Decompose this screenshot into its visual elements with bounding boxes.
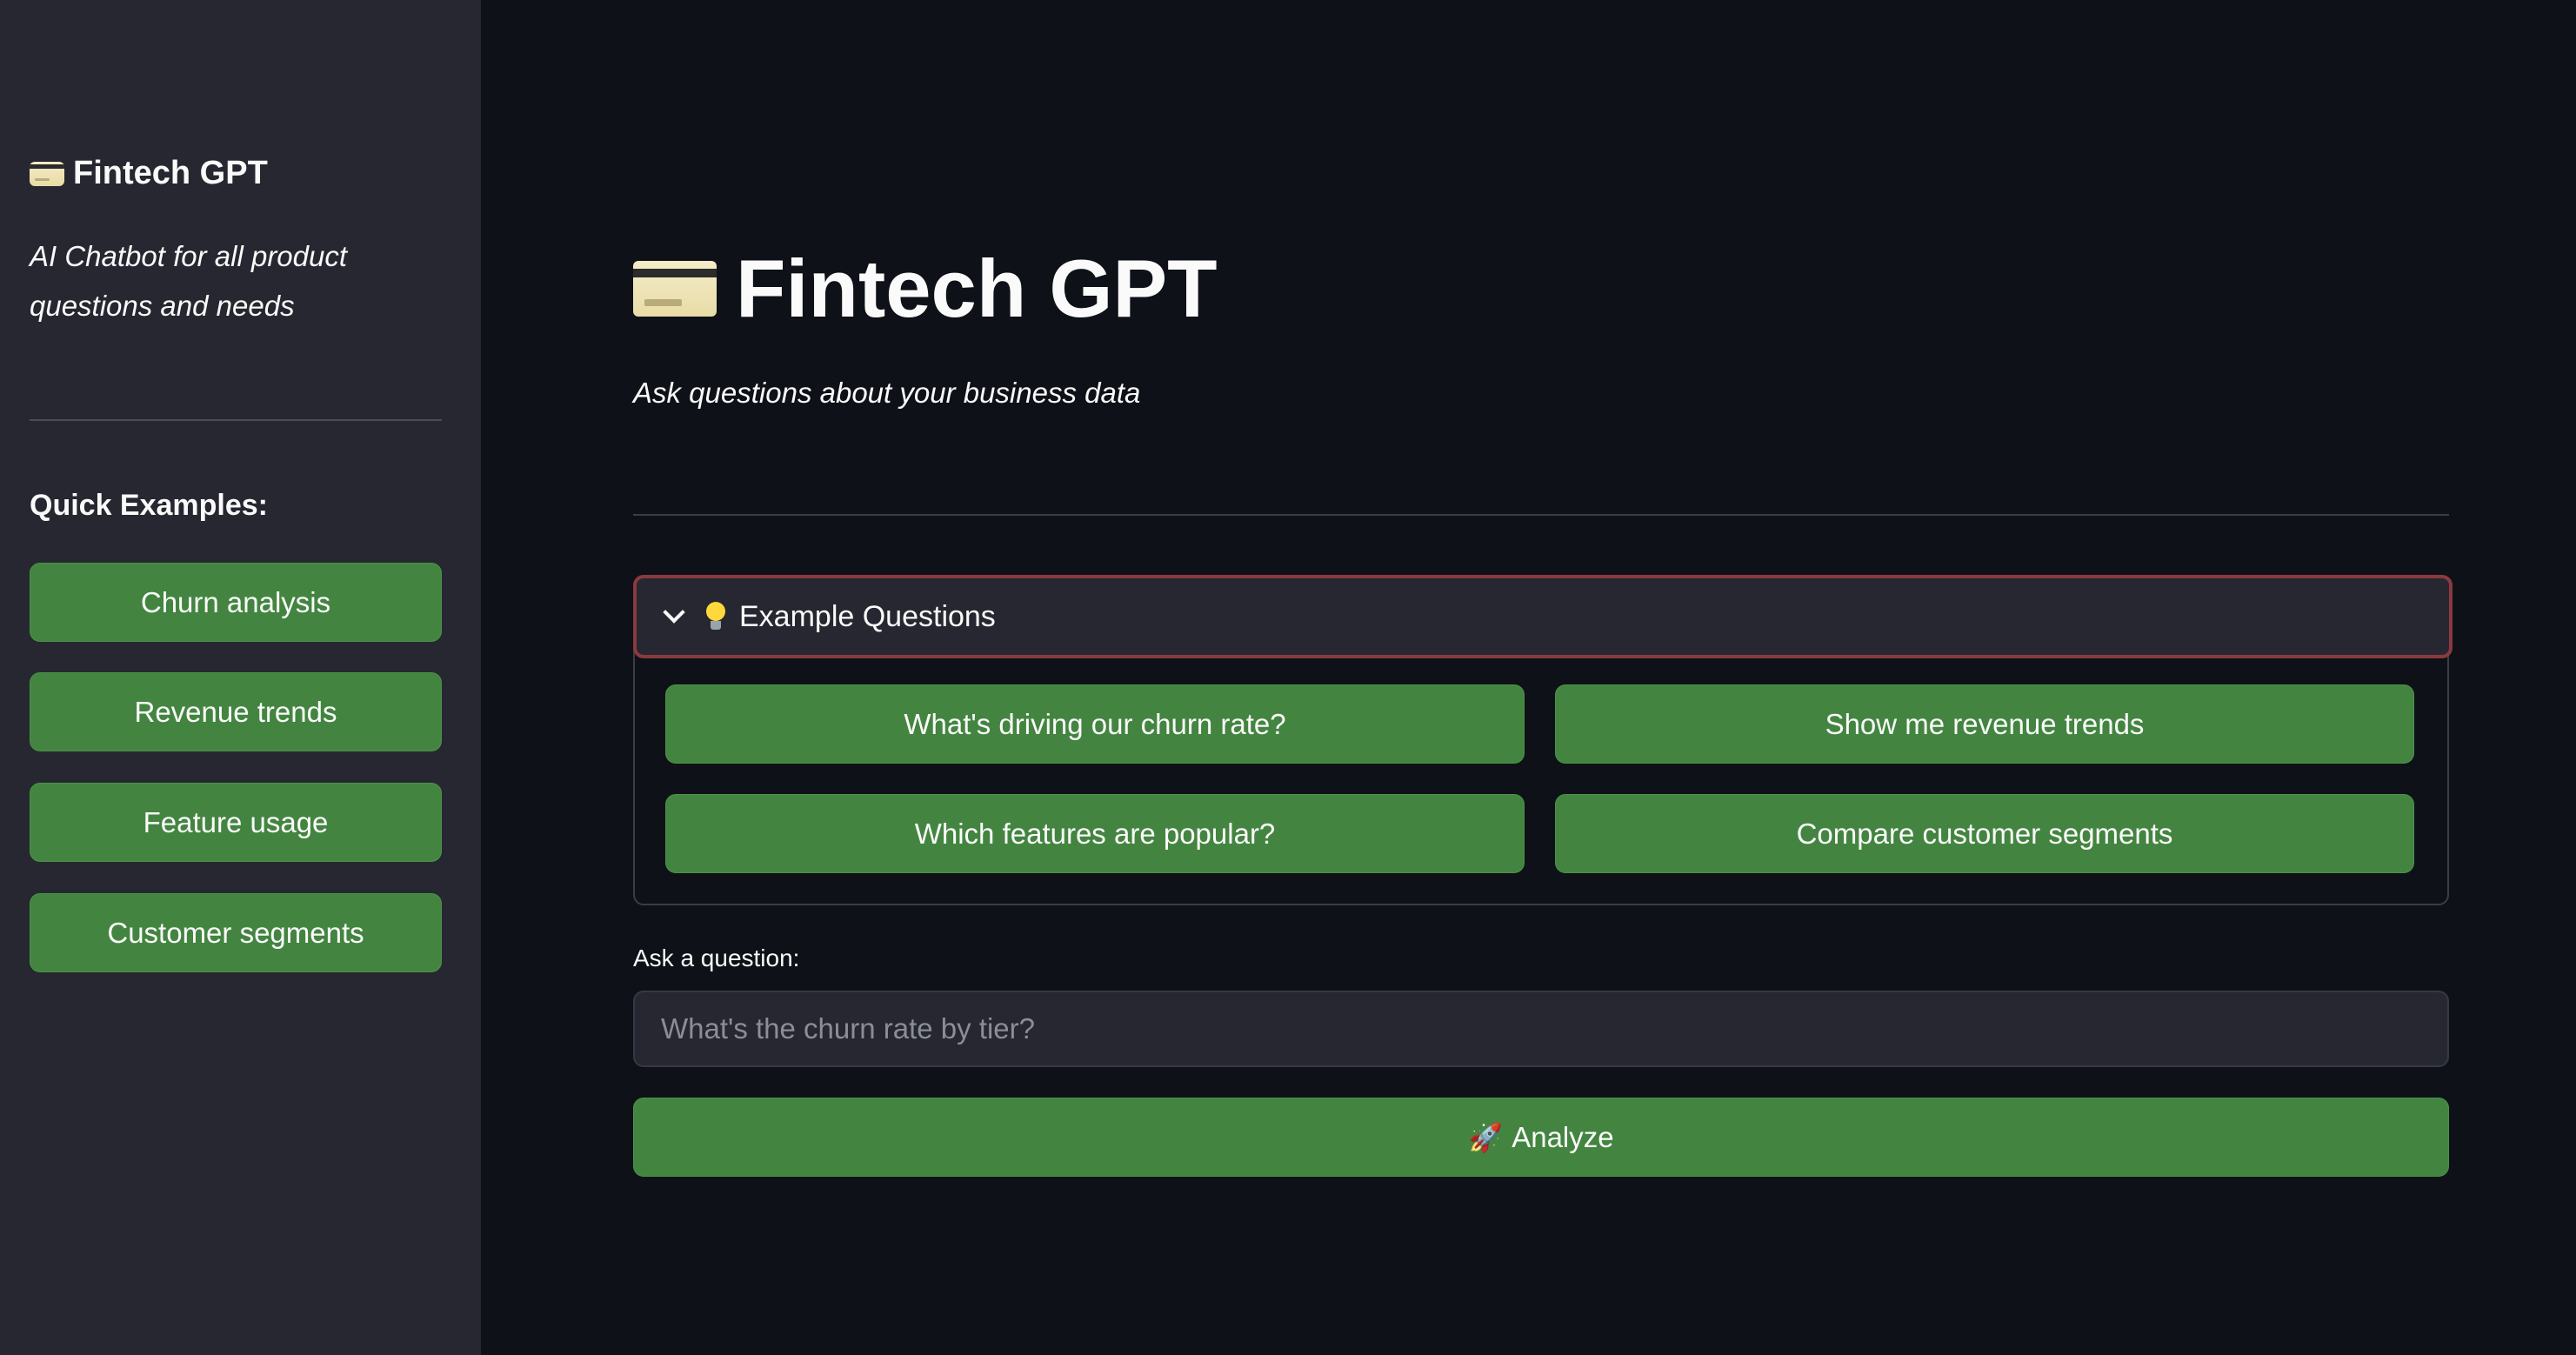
question-input[interactable] [633, 991, 2449, 1067]
sidebar-title-text: Fintech GPT [73, 155, 268, 191]
example-questions-expander: Example Questions What's driving our chu… [633, 575, 2453, 905]
page-title: Fintech GPT [633, 242, 1218, 336]
example-popular-features-button[interactable]: Which features are popular? [665, 794, 1525, 873]
quick-example-revenue-trends-button[interactable]: Revenue trends [30, 672, 442, 751]
page-title-text: Fintech GPT [736, 243, 1218, 334]
example-revenue-trends-button[interactable]: Show me revenue trends [1555, 684, 2414, 764]
quick-example-customer-segments-button[interactable]: Customer segments [30, 893, 442, 972]
sidebar-divider [30, 419, 442, 421]
sidebar: Fintech GPT AI Chatbot for all product q… [0, 0, 481, 1355]
sidebar-subtitle: AI Chatbot for all product questions and… [30, 240, 348, 322]
credit-card-icon [633, 261, 717, 317]
analyze-button-label: Analyze [1512, 1120, 1614, 1153]
quick-example-churn-analysis-button[interactable]: Churn analysis [30, 563, 442, 642]
example-compare-segments-button[interactable]: Compare customer segments [1555, 794, 2414, 873]
page-subtitle: Ask questions about your business data [633, 377, 1141, 409]
main-divider [633, 514, 2449, 516]
sidebar-title: Fintech GPT [30, 155, 268, 192]
example-questions-expander-header[interactable]: Example Questions [633, 575, 2453, 658]
chevron-down-icon [663, 601, 685, 624]
expander-label: Example Questions [739, 599, 996, 633]
quick-examples-heading: Quick Examples: [30, 489, 269, 522]
ask-question-label: Ask a question: [633, 944, 800, 971]
analyze-button[interactable]: 🚀 Analyze [633, 1098, 2449, 1177]
example-churn-driver-button[interactable]: What's driving our churn rate? [665, 684, 1525, 764]
quick-example-feature-usage-button[interactable]: Feature usage [30, 783, 442, 862]
lightbulb-icon [706, 602, 725, 631]
credit-card-icon [30, 161, 64, 186]
rocket-icon: 🚀 [1468, 1121, 1504, 1153]
